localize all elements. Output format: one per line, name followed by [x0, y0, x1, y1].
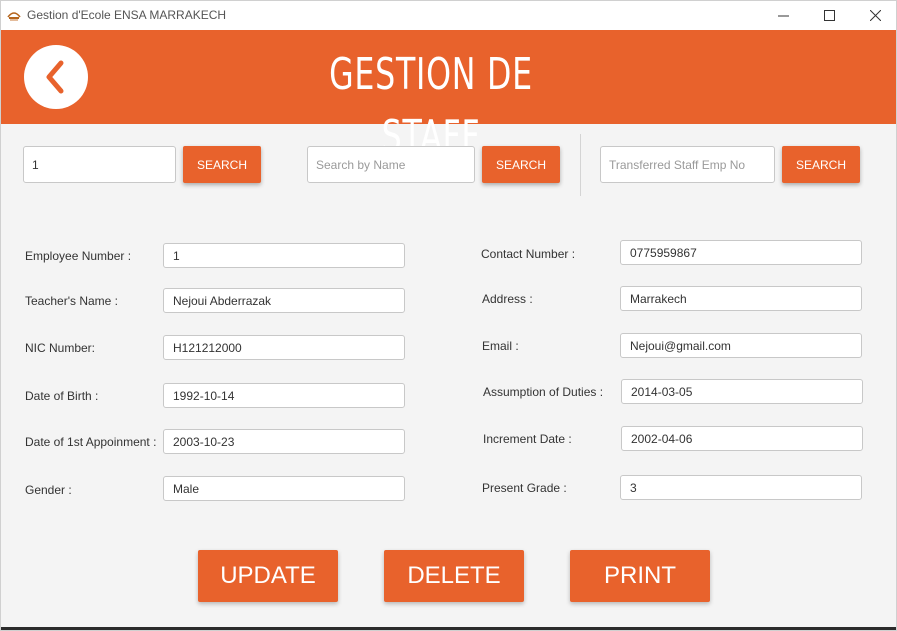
- address-label: Address :: [482, 292, 533, 306]
- increment-date-label: Increment Date :: [483, 432, 572, 446]
- gender-label: Gender :: [25, 483, 72, 497]
- email-label: Email :: [482, 339, 519, 353]
- close-icon: [869, 10, 881, 21]
- minimize-button[interactable]: [760, 1, 806, 30]
- update-button[interactable]: UPDATE: [198, 550, 338, 602]
- name-search-button[interactable]: SEARCH: [482, 146, 560, 183]
- close-button[interactable]: [852, 1, 896, 30]
- date-of-birth-field[interactable]: 1992-10-14: [163, 383, 405, 408]
- gender-field[interactable]: Male: [163, 476, 405, 501]
- emp-no-search-input[interactable]: 1: [23, 146, 176, 183]
- transferred-staff-search-button[interactable]: SEARCH: [782, 146, 860, 183]
- chevron-left-icon: [46, 60, 64, 94]
- app-window: Gestion d'Ecole ENSA MARRAKECH GESTION D…: [0, 0, 897, 631]
- emp-no-search-button[interactable]: SEARCH: [183, 146, 261, 183]
- employee-number-field[interactable]: 1: [163, 243, 405, 268]
- window-title: Gestion d'Ecole ENSA MARRAKECH: [27, 8, 227, 22]
- present-grade-field[interactable]: 3: [620, 475, 862, 500]
- minimize-icon: [777, 15, 789, 17]
- address-field[interactable]: Marrakech: [620, 286, 862, 311]
- nic-number-field[interactable]: H121212000: [163, 335, 405, 360]
- delete-button[interactable]: DELETE: [384, 550, 524, 602]
- search-divider: [580, 134, 581, 196]
- present-grade-label: Present Grade :: [482, 481, 567, 495]
- assumption-of-duties-field[interactable]: 2014-03-05: [621, 379, 863, 404]
- employee-number-label: Employee Number :: [25, 249, 132, 263]
- window-bottom-edge: [1, 627, 896, 630]
- back-button[interactable]: [24, 45, 88, 109]
- app-logo-icon: [7, 12, 21, 21]
- assumption-of-duties-label: Assumption of Duties :: [483, 385, 604, 399]
- email-field[interactable]: Nejoui@gmail.com: [620, 333, 862, 358]
- increment-date-field[interactable]: 2002-04-06: [621, 426, 863, 451]
- print-button[interactable]: PRINT: [570, 550, 710, 602]
- teacher-name-field[interactable]: Nejoui Abderrazak: [163, 288, 405, 313]
- maximize-icon: [823, 10, 835, 21]
- contact-number-label: Contact Number :: [481, 247, 576, 261]
- date-of-birth-label: Date of Birth :: [25, 389, 99, 403]
- teacher-name-label: Teacher's Name :: [25, 294, 118, 308]
- page-title: GESTION DE STAFF: [329, 49, 533, 162]
- name-search-input[interactable]: Search by Name: [307, 146, 475, 183]
- nic-number-label: NIC Number:: [25, 341, 96, 355]
- transferred-staff-search-input[interactable]: Transferred Staff Emp No: [600, 146, 775, 183]
- first-appointment-date-label: Date of 1st Appoinment :: [25, 435, 157, 449]
- contact-number-field[interactable]: 0775959867: [620, 240, 862, 265]
- first-appointment-date-field[interactable]: 2003-10-23: [163, 429, 405, 454]
- header-banner: GESTION DE STAFF: [1, 30, 896, 162]
- maximize-button[interactable]: [806, 1, 852, 30]
- title-bar: Gestion d'Ecole ENSA MARRAKECH: [1, 1, 896, 30]
